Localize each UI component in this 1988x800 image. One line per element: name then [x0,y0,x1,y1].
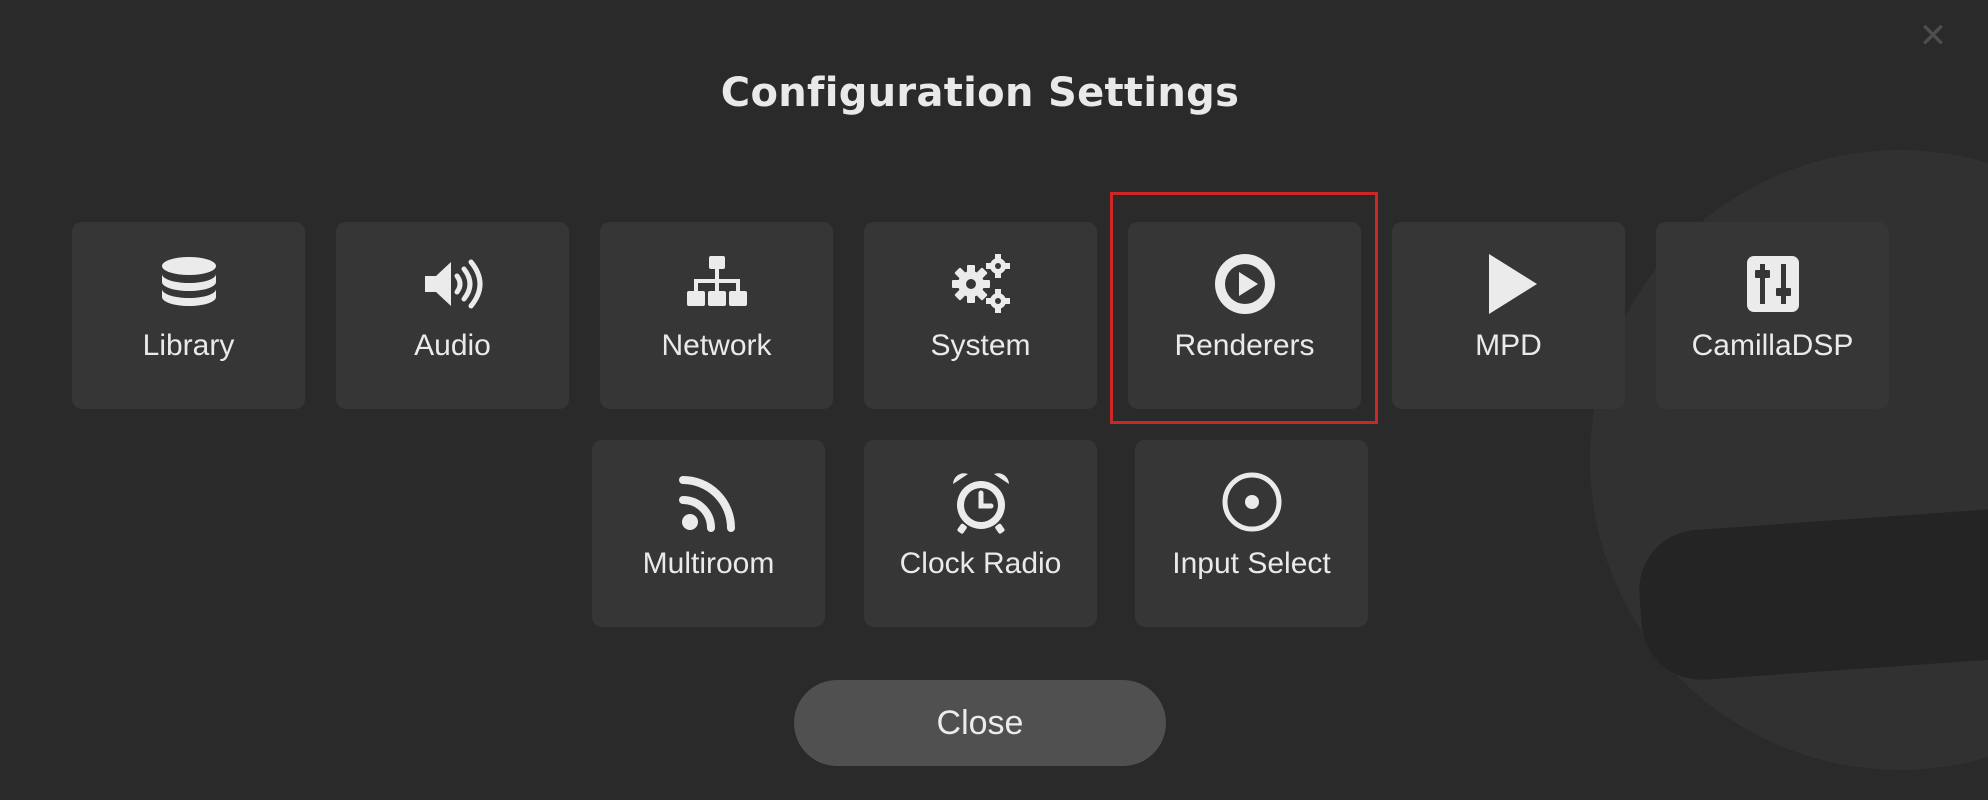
tile-label: Input Select [1172,547,1331,580]
network-icon [685,252,749,316]
tile-label: Renderers [1174,329,1315,362]
tile-label: CamillaDSP [1691,329,1854,362]
alarm-clock-icon [949,470,1013,534]
dismiss-icon[interactable]: ✕ [1915,18,1951,54]
rss-icon [677,470,741,534]
tile-label: System [930,329,1031,362]
tile-label: Audio [414,329,491,362]
radio-button-icon [1220,470,1284,534]
gears-icon [949,252,1013,316]
speaker-icon [421,252,485,316]
tile-camilladsp[interactable]: CamillaDSP [1656,222,1889,409]
tile-mpd[interactable]: MPD [1392,222,1625,409]
tile-label: Clock Radio [899,547,1062,580]
tile-label: MPD [1475,329,1542,362]
config-settings-screen: ✕ Configuration Settings Library Audio N… [0,0,1988,800]
tile-audio[interactable]: Audio [336,222,569,409]
tile-label: Library [142,329,235,362]
play-circle-icon [1213,252,1277,316]
tile-multiroom[interactable]: Multiroom [592,440,825,627]
tile-network[interactable]: Network [600,222,833,409]
close-button[interactable]: Close [794,680,1166,766]
tile-library[interactable]: Library [72,222,305,409]
tile-system[interactable]: System [864,222,1097,409]
background-avatar-mouth [1635,506,1988,684]
tile-label: Multiroom [642,547,775,580]
tile-label: Network [661,329,772,362]
play-icon [1477,252,1541,316]
dialog-title: Configuration Settings [720,70,1240,116]
database-icon [157,252,221,316]
sliders-icon [1741,252,1805,316]
tile-clock-radio[interactable]: Clock Radio [864,440,1097,627]
tile-input-select[interactable]: Input Select [1135,440,1368,627]
tile-renderers[interactable]: Renderers [1128,222,1361,409]
